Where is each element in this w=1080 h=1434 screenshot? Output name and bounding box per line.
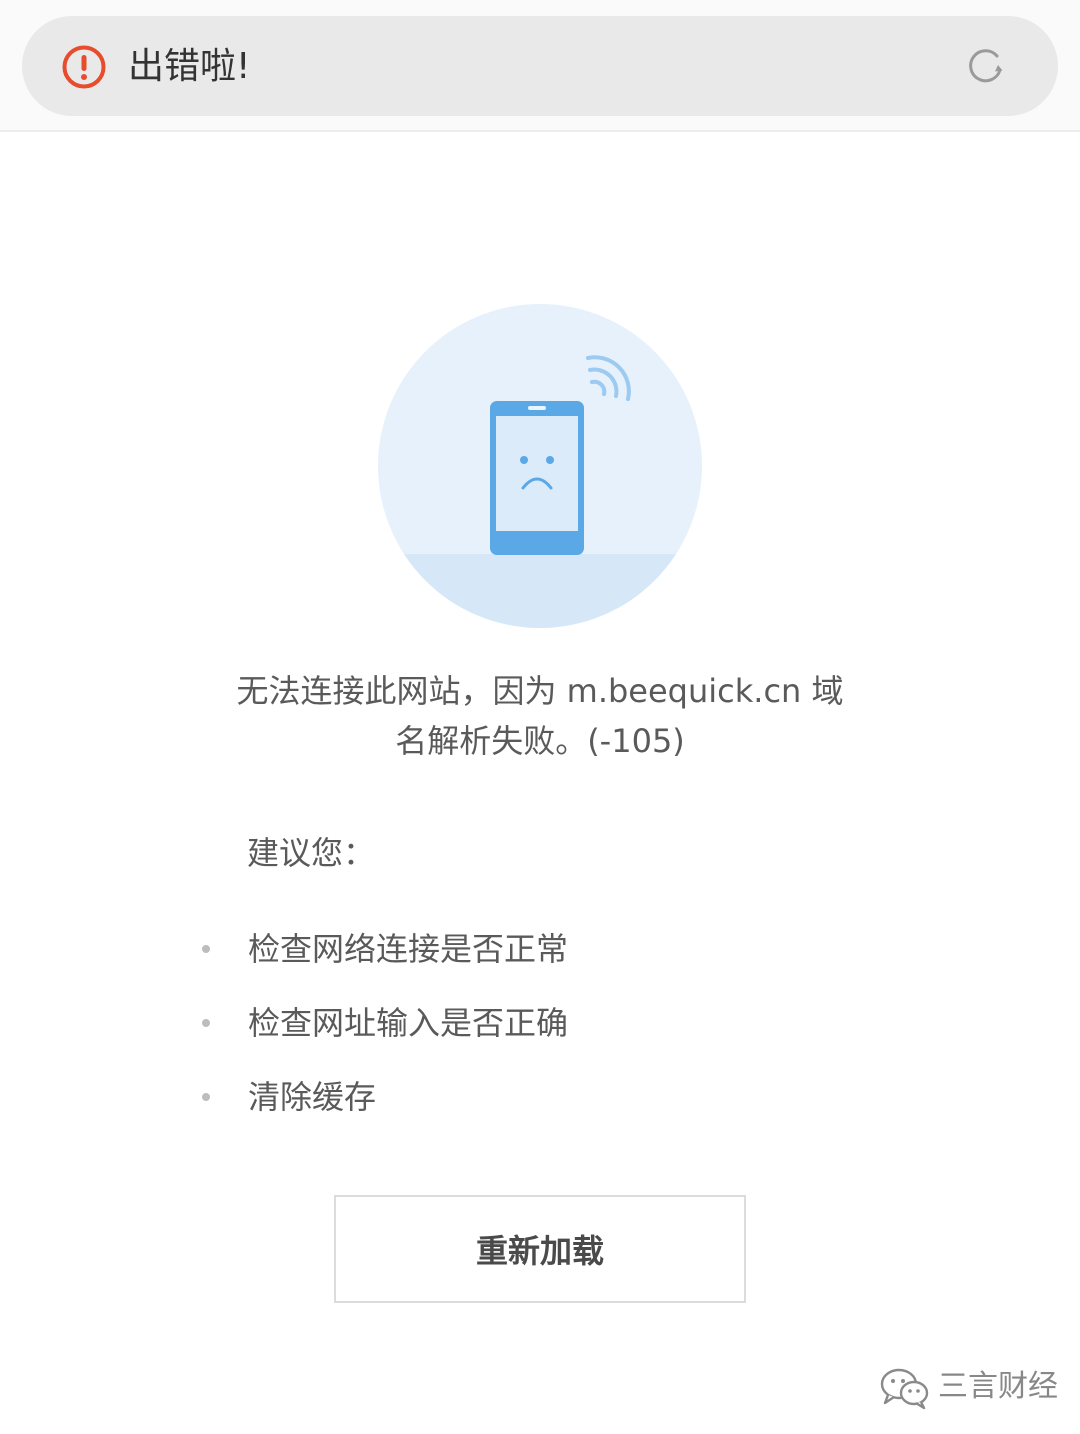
- watermark-text: 三言财经: [938, 1369, 1058, 1404]
- reload-button[interactable]: 重新加载: [334, 1195, 746, 1303]
- bullet-dot: [202, 1093, 210, 1101]
- suggestion-text: 清除缓存: [248, 1078, 377, 1116]
- sad-phone-signal-icon: [378, 304, 702, 628]
- error-top-bar: 出错啦!: [0, 0, 1080, 132]
- error-message-line: 名解析失败。(-105): [395, 722, 685, 760]
- suggestion-text: 检查网址输入是否正确: [248, 1004, 569, 1042]
- error-message: 无法连接此网站，因为 m.beequick.cn 域 名解析失败。(-105): [200, 666, 880, 766]
- wechat-icon: [880, 1368, 929, 1410]
- error-message-line: 无法连接此网站，因为 m.beequick.cn 域: [236, 672, 844, 710]
- suggestions-heading: 建议您：: [247, 834, 376, 872]
- bullet-dot: [202, 1019, 210, 1027]
- alert-circle-icon: [62, 45, 106, 89]
- bullet-dot: [202, 945, 210, 953]
- page-title: 出错啦!: [128, 46, 251, 87]
- suggestion-text: 检查网络连接是否正常: [248, 930, 569, 968]
- refresh-icon[interactable]: [964, 44, 1008, 88]
